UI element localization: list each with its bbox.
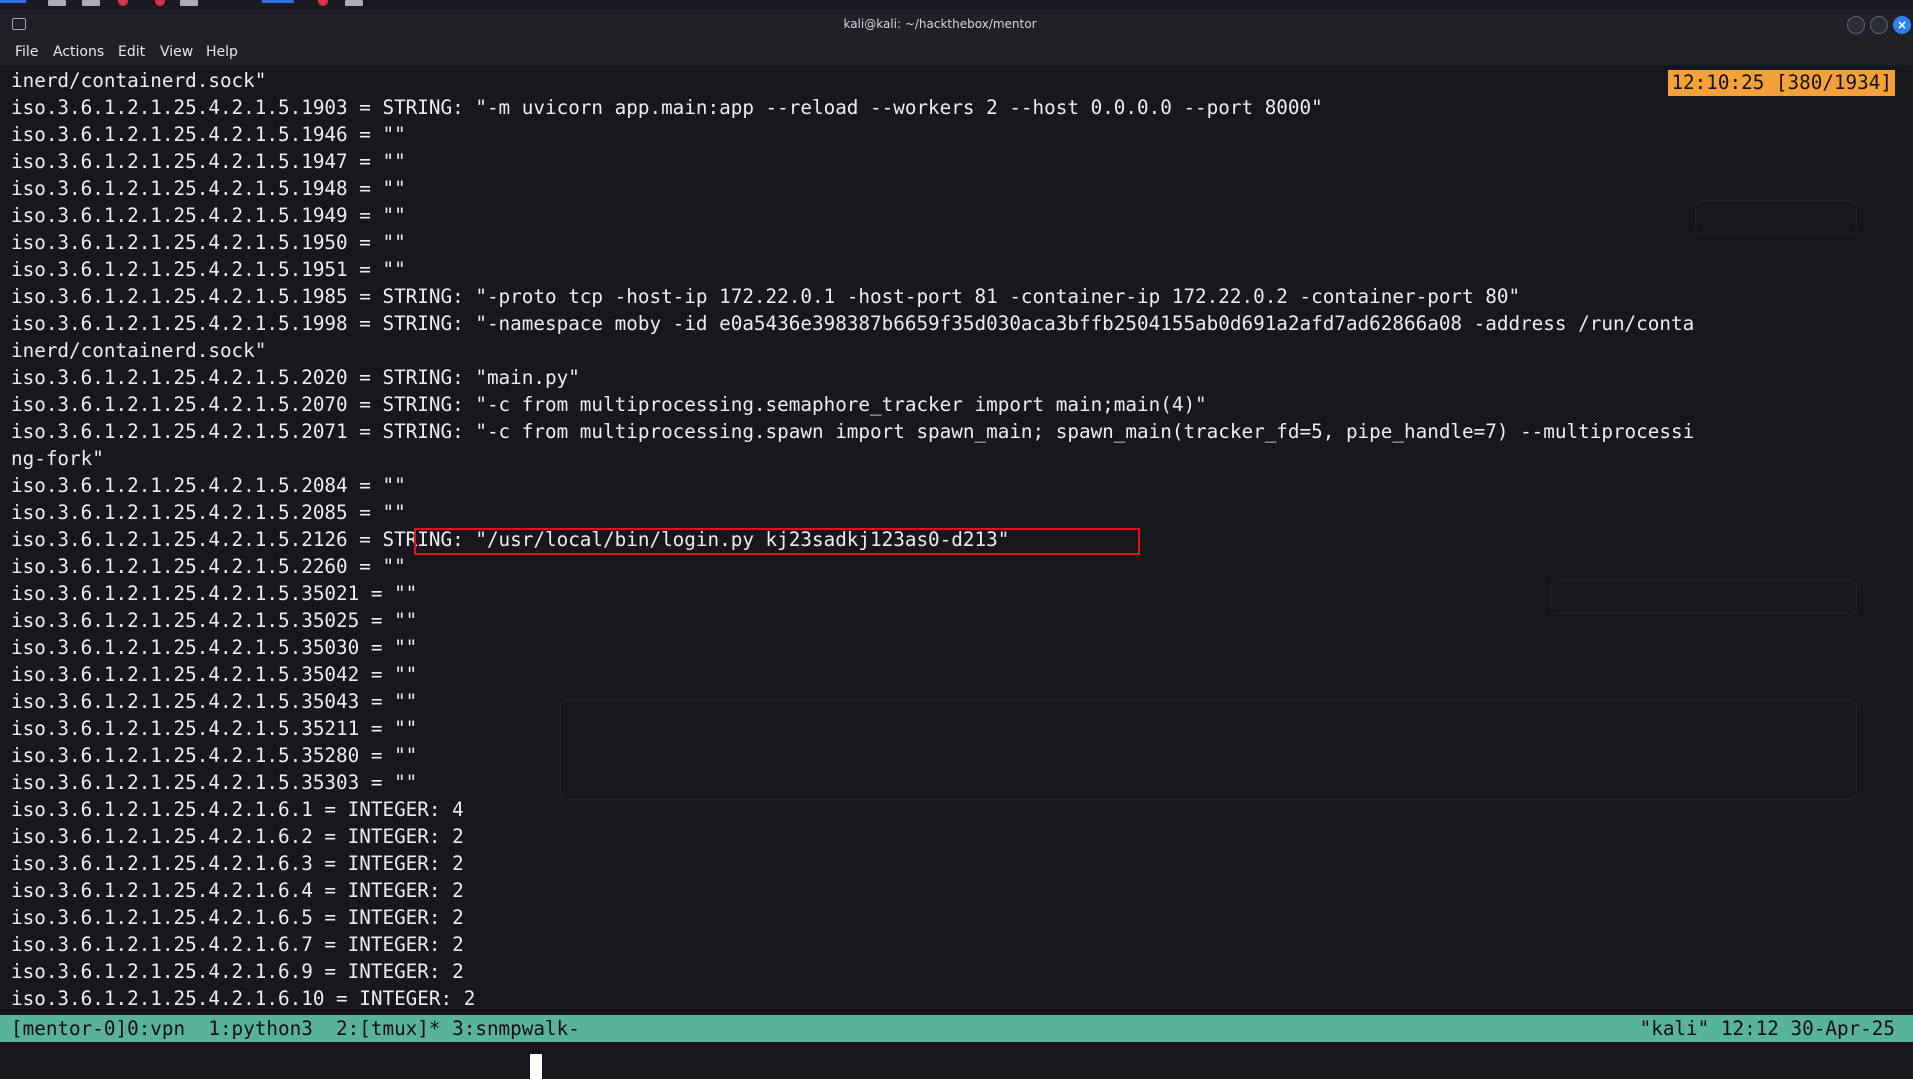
terminal-line: iso.3.6.1.2.1.25.4.2.1.5.1950 = "" [11, 231, 406, 254]
terminal-line: iso.3.6.1.2.1.25.4.2.1.5.35025 = "" [11, 609, 418, 632]
menu-help[interactable]: Help [206, 44, 238, 60]
tmux-status-right: "kali" 12:12 30-Apr-25 [1639, 1017, 1895, 1040]
terminal-line: iso.3.6.1.2.1.25.4.2.1.5.1948 = "" [11, 177, 406, 200]
minimize-button[interactable] [1847, 16, 1865, 34]
terminal-line: iso.3.6.1.2.1.25.4.2.1.5.2071 = STRING: … [11, 420, 1695, 443]
menu-actions[interactable]: Actions [53, 44, 104, 60]
menu-view[interactable]: View [160, 44, 193, 60]
terminal-line: iso.3.6.1.2.1.25.4.2.1.5.2260 = "" [11, 555, 406, 578]
window-titlebar[interactable]: kali@kali: ~/hackthebox/mentor × [0, 10, 1913, 41]
terminal-line: iso.3.6.1.2.1.25.4.2.1.5.1949 = "" [11, 204, 406, 227]
maximize-button[interactable] [1870, 16, 1888, 34]
taskbar-icon[interactable] [82, 0, 100, 6]
tmux-status-bar: [mentor-0]0:vpn 1:python3 2:[tmux]* 3:sn… [0, 1015, 1913, 1042]
highlight-annotation-box [414, 528, 1140, 555]
terminal-line: iso.3.6.1.2.1.25.4.2.1.5.2020 = STRING: … [11, 366, 580, 389]
terminal-line: iso.3.6.1.2.1.25.4.2.1.6.5 = INTEGER: 2 [11, 906, 464, 929]
terminal-line: iso.3.6.1.2.1.25.4.2.1.6.4 = INTEGER: 2 [11, 879, 464, 902]
taskbar-icon[interactable] [118, 0, 128, 6]
terminal-line: iso.3.6.1.2.1.25.4.2.1.5.1985 = STRING: … [11, 285, 1521, 308]
taskbar-icon[interactable] [180, 0, 198, 6]
terminal-line: iso.3.6.1.2.1.25.4.2.1.5.35043 = "" [11, 690, 418, 713]
taskbar-icon[interactable] [48, 0, 66, 6]
terminal-line: iso.3.6.1.2.1.25.4.2.1.5.1947 = "" [11, 150, 406, 173]
tmux-window-list[interactable]: [mentor-0]0:vpn 1:python3 2:[tmux]* 3:sn… [11, 1015, 580, 1042]
terminal-line: iso.3.6.1.2.1.25.4.2.1.5.2070 = STRING: … [11, 393, 1207, 416]
terminal-line: iso.3.6.1.2.1.25.4.2.1.5.35030 = "" [11, 636, 418, 659]
taskbar-icon[interactable] [155, 0, 165, 6]
clock-badge: 12:10:25 [380/1934] [1668, 70, 1895, 96]
terminal-pane[interactable]: inerd/containerd.sock" iso.3.6.1.2.1.25.4… [0, 65, 1913, 1079]
terminal-line: iso.3.6.1.2.1.25.4.2.1.5.35021 = "" [11, 582, 418, 605]
terminal-line: iso.3.6.1.2.1.25.4.2.1.6.7 = INTEGER: 2 [11, 933, 464, 956]
background-window-ghost [1695, 200, 1857, 234]
taskbar-icon[interactable] [345, 0, 363, 6]
terminal-line: iso.3.6.1.2.1.25.4.2.1.6.9 = INTEGER: 2 [11, 960, 464, 983]
menubar: File Actions Edit View Help [0, 41, 1913, 65]
terminal-line: iso.3.6.1.2.1.25.4.2.1.5.35303 = "" [11, 771, 418, 794]
terminal-line: iso.3.6.1.2.1.25.4.2.1.6.10 = INTEGER: 2 [11, 987, 476, 1010]
terminal-line: inerd/containerd.sock" [11, 339, 267, 362]
terminal-line: iso.3.6.1.2.1.25.4.2.1.6.2 = INTEGER: 2 [11, 825, 464, 848]
menu-edit[interactable]: Edit [118, 44, 145, 60]
terminal-line: iso.3.6.1.2.1.25.4.2.1.5.1951 = "" [11, 258, 406, 281]
close-icon: × [1896, 18, 1908, 32]
terminal-line: iso.3.6.1.2.1.25.4.2.1.5.1998 = STRING: … [11, 312, 1695, 335]
window-title: kali@kali: ~/hackthebox/mentor [843, 17, 1037, 31]
terminal-line: iso.3.6.1.2.1.25.4.2.1.5.35211 = "" [11, 717, 418, 740]
terminal-line: iso.3.6.1.2.1.25.4.2.1.6.1 = INTEGER: 4 [11, 798, 464, 821]
taskbar-active-indicator [262, 0, 294, 3]
terminal-line: iso.3.6.1.2.1.25.4.2.1.5.35042 = "" [11, 663, 418, 686]
app-menu-icon[interactable] [0, 0, 26, 3]
terminal-line: iso.3.6.1.2.1.25.4.2.1.6.3 = INTEGER: 2 [11, 852, 464, 875]
terminal-line: inerd/containerd.sock" [11, 69, 267, 92]
terminal-line: iso.3.6.1.2.1.25.4.2.1.5.1946 = "" [11, 123, 406, 146]
terminal-line: iso.3.6.1.2.1.25.4.2.1.5.2085 = "" [11, 501, 406, 524]
taskbar-icon[interactable] [318, 0, 328, 6]
terminal-line: iso.3.6.1.2.1.25.4.2.1.5.1903 = STRING: … [11, 96, 1323, 119]
close-button[interactable]: × [1893, 16, 1911, 34]
menu-file[interactable]: File [15, 44, 38, 60]
terminal-line: ng-fork" [11, 447, 104, 470]
text-cursor [530, 1054, 542, 1079]
terminal-line: iso.3.6.1.2.1.25.4.2.1.5.35280 = "" [11, 744, 418, 767]
terminal-line: iso.3.6.1.2.1.25.4.2.1.5.2084 = "" [11, 474, 406, 497]
